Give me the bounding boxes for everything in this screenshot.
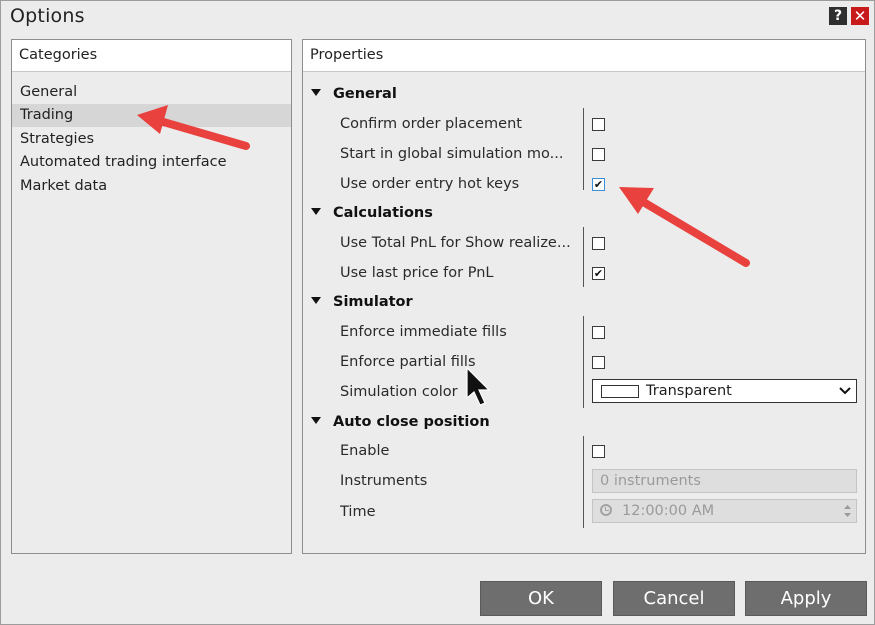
enable-checkbox[interactable] (592, 445, 605, 458)
column-divider[interactable] (583, 108, 584, 190)
section-simulator[interactable]: Simulator (311, 291, 413, 313)
prop-confirm-order-placement: Confirm order placement (340, 116, 522, 132)
order-entry-hot-keys-checkbox[interactable]: ✔ (592, 178, 605, 191)
collapse-triangle-icon[interactable] (311, 296, 321, 304)
collapse-triangle-icon[interactable] (311, 416, 321, 424)
prop-instruments: Instruments (340, 473, 428, 489)
section-title: Auto close position (333, 414, 490, 430)
apply-button[interactable]: Apply (745, 581, 867, 616)
title-bar[interactable]: Options ? ✕ (1, 1, 874, 31)
prop-simulation-color: Simulation color (340, 384, 458, 400)
prop-enforce-immediate-fills: Enforce immediate fills (340, 324, 507, 340)
section-title: Calculations (333, 205, 433, 221)
color-swatch (601, 385, 639, 398)
category-general[interactable]: General (12, 81, 291, 104)
category-strategies[interactable]: Strategies (12, 128, 291, 151)
section-general[interactable]: General (311, 83, 397, 105)
category-automated-trading-interface[interactable]: Automated trading interface (12, 151, 291, 174)
ok-button[interactable]: OK (480, 581, 602, 616)
cancel-button[interactable]: Cancel (613, 581, 735, 616)
prop-order-entry-hot-keys: Use order entry hot keys (340, 176, 520, 192)
simulation-color-value: Transparent (646, 383, 732, 399)
section-calculations[interactable]: Calculations (311, 202, 433, 224)
total-pnl-checkbox[interactable] (592, 237, 605, 250)
categories-header: Categories (12, 40, 291, 72)
enforce-partial-fills-checkbox[interactable] (592, 356, 605, 369)
prop-last-price-pnl: Use last price for PnL (340, 265, 494, 281)
collapse-triangle-icon[interactable] (311, 88, 321, 96)
column-divider[interactable] (583, 316, 584, 408)
instruments-field[interactable]: 0 instruments (592, 469, 857, 493)
close-icon[interactable]: ✕ (851, 7, 869, 25)
prop-enforce-partial-fills: Enforce partial fills (340, 354, 476, 370)
section-auto-close-position[interactable]: Auto close position (311, 411, 490, 433)
prop-start-global-simulation: Start in global simulation mo... (340, 146, 564, 162)
category-trading[interactable]: Trading (12, 104, 291, 127)
column-divider[interactable] (583, 436, 584, 528)
last-price-pnl-checkbox[interactable]: ✔ (592, 267, 605, 280)
section-title: General (333, 86, 397, 102)
time-value: 12:00:00 AM (622, 503, 715, 519)
prop-total-pnl: Use Total PnL for Show realize... (340, 235, 571, 251)
clock-icon (600, 504, 612, 516)
time-field[interactable]: 12:00:00 AM (592, 499, 857, 523)
start-global-simulation-checkbox[interactable] (592, 148, 605, 161)
confirm-order-placement-checkbox[interactable] (592, 118, 605, 131)
column-divider[interactable] (583, 227, 584, 287)
properties-panel: Properties General Confirm order placeme… (302, 39, 866, 554)
section-title: Simulator (333, 294, 413, 310)
chevron-down-icon (839, 381, 851, 409)
properties-header: Properties (303, 40, 865, 72)
category-market-data[interactable]: Market data (12, 175, 291, 198)
categories-panel: Categories General Trading Strategies Au… (11, 39, 292, 554)
collapse-triangle-icon[interactable] (311, 207, 321, 215)
help-icon[interactable]: ? (829, 7, 847, 25)
prop-enable: Enable (340, 443, 390, 459)
prop-time: Time (340, 504, 376, 520)
options-window: Options ? ✕ Categories General Trading S… (0, 0, 875, 625)
window-title: Options (10, 5, 85, 27)
enforce-immediate-fills-checkbox[interactable] (592, 326, 605, 339)
simulation-color-select[interactable]: Transparent (592, 379, 857, 403)
spinner-arrows-icon[interactable] (840, 501, 855, 521)
